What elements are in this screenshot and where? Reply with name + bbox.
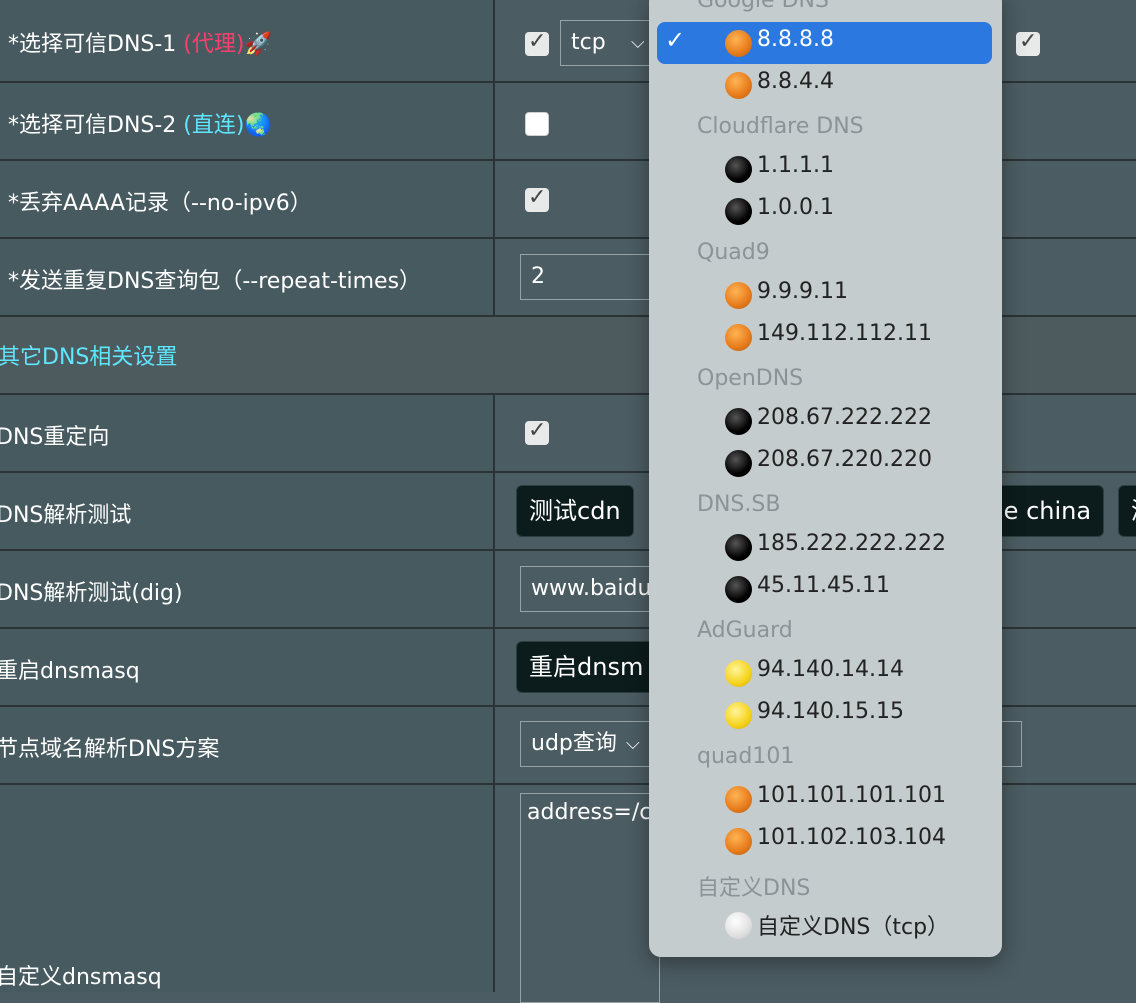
dns-option-label: 1.1.1.1 xyxy=(757,153,834,178)
dns-redirect-checkbox[interactable] xyxy=(525,418,549,445)
dropdown-group-label: quad101 xyxy=(697,744,795,769)
dns-option[interactable]: 94.140.14.14 xyxy=(657,652,992,694)
label-cell: *选择可信DNS-2 (直连)🌏 xyxy=(0,83,495,159)
dns-option-label: 45.11.45.11 xyxy=(757,573,890,598)
dropdown-group-label: OpenDNS xyxy=(697,366,804,391)
trusted-dns-1-label: *选择可信DNS-1 (代理)🚀 xyxy=(8,32,272,57)
dns-option[interactable]: ✓ 8.8.8.8 xyxy=(657,22,992,64)
orange-circle-icon xyxy=(725,786,752,813)
dns-option-label: 8.8.4.4 xyxy=(757,69,834,94)
dns-dig-label: DNS解析测试(dig) xyxy=(0,581,183,606)
dns-option[interactable]: 8.8.4.4 xyxy=(657,64,992,106)
trusted-dns-2-label: *选择可信DNS-2 (直连)🌏 xyxy=(8,113,272,138)
label-cell: *选择可信DNS-1 (代理)🚀 xyxy=(0,0,495,81)
label-cell: DNS重定向 xyxy=(0,395,495,471)
black-circle-icon xyxy=(725,534,752,561)
proxy-tag: (代理) xyxy=(183,32,245,57)
dns-option[interactable]: 208.67.220.220 xyxy=(657,442,992,484)
dns-test-label: DNS解析测试 xyxy=(0,503,132,528)
dns-option[interactable]: 1.1.1.1 xyxy=(657,148,992,190)
dropdown-group-label: AdGuard xyxy=(697,618,793,643)
dns-option[interactable]: 1.0.0.1 xyxy=(657,190,992,232)
dns-option-label: 9.9.9.11 xyxy=(757,279,848,304)
custom-dnsmasq-label: 自定义dnsmasq xyxy=(0,965,162,990)
protocol-value: tcp xyxy=(571,30,606,55)
white-circle-icon xyxy=(725,912,752,939)
black-circle-icon xyxy=(725,156,752,183)
dns-option-label: 208.67.220.220 xyxy=(757,447,932,472)
dns-option-label: 8.8.8.8 xyxy=(757,27,834,52)
dig-domain-input[interactable]: www.baidu xyxy=(520,566,660,612)
orange-circle-icon xyxy=(725,324,752,351)
repeat-times-input[interactable]: 2 xyxy=(520,254,660,300)
label-cell: *发送重复DNS查询包（--repeat-times） xyxy=(0,239,495,315)
yellow-circle-icon xyxy=(725,702,752,729)
rocket-icon: 🚀 xyxy=(244,32,272,57)
dns-option[interactable]: 101.101.101.101 xyxy=(657,778,992,820)
black-circle-icon xyxy=(725,450,752,477)
dns1-extra-checkbox[interactable] xyxy=(1016,29,1040,56)
label-cell: 重启dnsmasq xyxy=(0,629,495,705)
custom-dnsmasq-textarea[interactable]: address=/c xyxy=(520,793,660,1003)
dns-option[interactable]: 149.112.112.11 xyxy=(657,316,992,358)
dns-option-label: 101.101.101.101 xyxy=(757,783,946,808)
black-circle-icon xyxy=(725,408,752,435)
test-cdn-button[interactable]: 测试cdn xyxy=(516,485,634,537)
dropdown-group-label: Quad9 xyxy=(697,240,770,265)
dns2-checkbox[interactable] xyxy=(525,112,549,136)
dns-option-label: 185.222.222.222 xyxy=(757,531,946,556)
orange-circle-icon xyxy=(725,30,752,57)
dns-option-label: 101.102.103.104 xyxy=(757,825,946,850)
label-cell: 节点域名解析DNS方案 xyxy=(0,707,495,783)
dns-option[interactable]: 208.67.222.222 xyxy=(657,400,992,442)
dns-option[interactable]: 9.9.9.11 xyxy=(657,274,992,316)
dns-option-label: 149.112.112.11 xyxy=(757,321,932,346)
dropdown-group-label: Cloudflare DNS xyxy=(697,114,864,139)
no-ipv6-label: *丢弃AAAA记录（--no-ipv6） xyxy=(8,191,312,216)
dns-option-label: 208.67.222.222 xyxy=(757,405,932,430)
orange-circle-icon xyxy=(725,282,752,309)
test-more-button[interactable]: 测 xyxy=(1118,485,1136,537)
test-google-china-button[interactable]: le china xyxy=(984,485,1104,537)
globe-icon: 🌏 xyxy=(244,113,272,138)
dns1-checkbox[interactable] xyxy=(525,29,549,56)
checkmark-icon: ✓ xyxy=(665,26,686,54)
orange-circle-icon xyxy=(725,72,752,99)
restart-dnsmasq-label: 重启dnsmasq xyxy=(0,659,140,684)
dns-option[interactable]: 101.102.103.104 xyxy=(657,820,992,862)
node-dns-scheme-label: 节点域名解析DNS方案 xyxy=(0,737,220,762)
restart-dnsmasq-button[interactable]: 重启dnsm xyxy=(516,641,656,693)
label-cell: *丢弃AAAA记录（--no-ipv6） xyxy=(0,161,495,237)
black-circle-icon xyxy=(725,576,752,603)
orange-circle-icon xyxy=(725,828,752,855)
dns-option-label: 94.140.15.15 xyxy=(757,699,904,724)
dns-redirect-label: DNS重定向 xyxy=(0,425,110,450)
yellow-circle-icon xyxy=(725,660,752,687)
repeat-times-label: *发送重复DNS查询包（--repeat-times） xyxy=(8,269,422,294)
chevron-down-icon: ⌵ xyxy=(626,733,640,754)
dropdown-group-label: 自定义DNS xyxy=(697,876,811,901)
dns-option-label: 1.0.0.1 xyxy=(757,195,834,220)
black-circle-icon xyxy=(725,198,752,225)
label-cell: 自定义dnsmasq xyxy=(0,785,495,992)
dns1-protocol-select[interactable]: tcp ⌵ xyxy=(560,20,660,66)
no-ipv6-checkbox[interactable] xyxy=(525,185,549,212)
node-dns-value: udp查询 xyxy=(531,731,617,756)
dns-option-label: 94.140.14.14 xyxy=(757,657,904,682)
label-cell: DNS解析测试(dig) xyxy=(0,551,495,627)
dns-option[interactable]: 45.11.45.11 xyxy=(657,568,992,610)
dropdown-group-label: DNS.SB xyxy=(697,492,781,517)
dns-server-dropdown: Google DNS ✓ 8.8.8.8 8.8.4.4 Cloudflare DNS 1… xyxy=(649,0,1002,957)
direct-tag: (直连) xyxy=(183,113,245,138)
label-cell: DNS解析测试 xyxy=(0,473,495,549)
dns-option[interactable]: 185.222.222.222 xyxy=(657,526,992,568)
dns-option[interactable]: 94.140.15.15 xyxy=(657,694,992,736)
chevron-down-icon: ⌵ xyxy=(631,32,645,53)
dns-option[interactable]: 自定义DNS（tcp） xyxy=(657,904,992,946)
dropdown-group-label: Google DNS xyxy=(697,0,829,13)
section-title: 其它DNS相关设置 xyxy=(0,345,178,370)
dns-option-label: 自定义DNS（tcp） xyxy=(757,915,950,940)
node-dns-select[interactable]: udp查询 ⌵ xyxy=(520,721,660,767)
